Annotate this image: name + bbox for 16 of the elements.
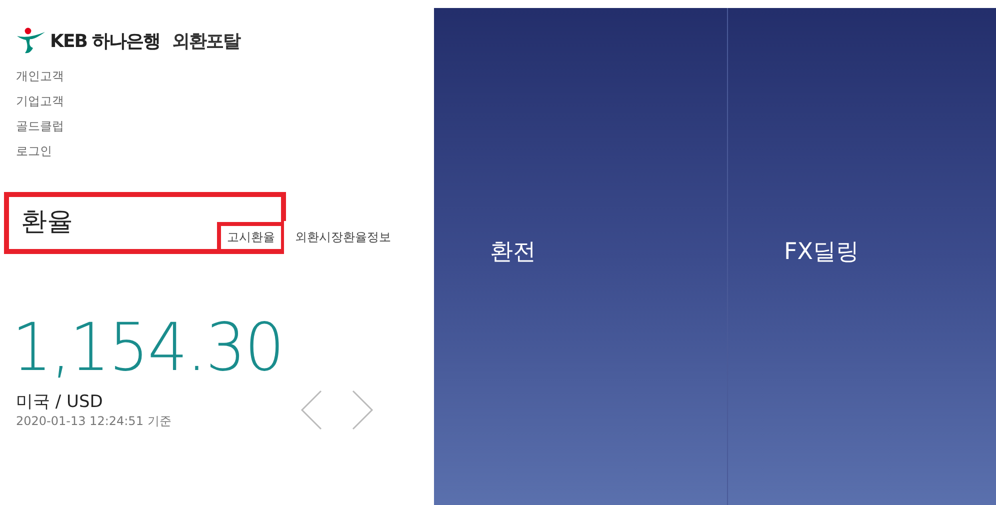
brand-name: KEB 하나은행: [50, 30, 160, 53]
next-icon[interactable]: [352, 390, 374, 430]
section-title: 환율: [21, 206, 73, 239]
nav-link[interactable]: 로그인: [16, 139, 52, 164]
currency-label: 미국 / USD: [16, 391, 104, 413]
exchange-rate: 1,154.30: [12, 312, 284, 384]
service-panel[interactable]: FX딜링: [727, 8, 996, 505]
service-panel[interactable]: 환전: [434, 8, 727, 505]
timestamp: 2020-01-13 12:24:51 기준: [16, 413, 172, 430]
rate-tab[interactable]: 고시환율: [217, 222, 281, 249]
bank-logo-icon: [16, 26, 46, 56]
nav-link[interactable]: 골드클럽: [16, 114, 64, 139]
service-name: 외환포탈: [172, 30, 240, 53]
previous-icon[interactable]: [300, 390, 322, 430]
nav-link[interactable]: 기업고객: [16, 89, 64, 114]
nav-link[interactable]: 개인고객: [16, 64, 64, 89]
